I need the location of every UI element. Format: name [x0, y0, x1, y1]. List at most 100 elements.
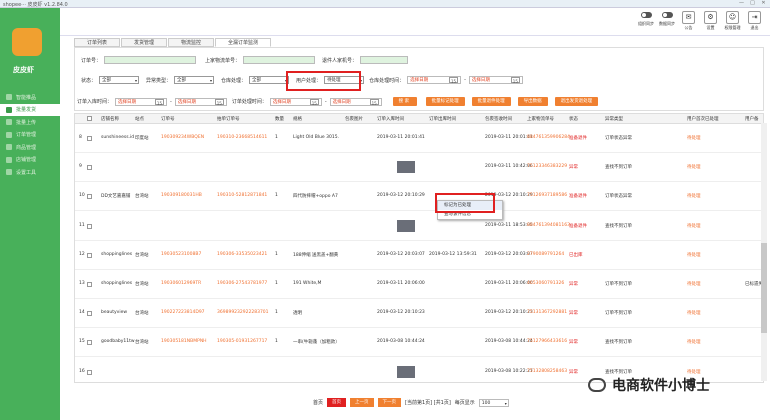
pai-order-no[interactable]: 190306-27543781977 — [217, 281, 267, 286]
table-row[interactable]: 9 2019-03-11 10:42:06 75123346383229 异常 查找不到… — [75, 153, 763, 183]
toggle-data-sync[interactable]: 数据同步 — [658, 10, 676, 32]
table-row[interactable]: 11 2019-03-11 18:53:05 884761394081163 准备退件… — [75, 212, 763, 241]
per-page-select[interactable]: 100 — [478, 398, 509, 407]
vertical-scrollbar[interactable] — [761, 123, 767, 381]
row-checkbox[interactable] — [87, 194, 92, 200]
pai-order-no[interactable]: 369899232922283701 — [217, 310, 269, 315]
table-row[interactable]: 14 beautyview 台湾站 190227223814D97 3698992329… — [75, 299, 763, 329]
ship-no[interactable]: 75131367292881 — [527, 310, 567, 315]
order-no[interactable]: 190305231008B7 — [161, 252, 201, 257]
return-process-button[interactable]: 退出发货退处理 — [554, 97, 599, 106]
ship-no[interactable]: 75126937189586 — [527, 193, 567, 198]
sidebar-item-6[interactable]: 设置工具 — [0, 166, 60, 179]
ship-no[interactable]: 75123346383229 — [527, 164, 567, 169]
first-page-button[interactable]: 首页 — [327, 398, 347, 407]
sidebar: 皮皮虾 智能推品 批量发货 批量上传 订单管理 商品管理 店铺管理 设置工具 — [0, 8, 60, 420]
sidebar-item-5[interactable]: 店铺管理 — [0, 154, 60, 167]
ship-no[interactable]: 884761394081163 — [527, 223, 570, 228]
user-date-end[interactable]: 选择日期 15 — [329, 97, 382, 106]
row-checkbox[interactable] — [87, 165, 92, 171]
row-checkbox[interactable] — [87, 136, 92, 141]
table-row[interactable]: 8 sunshineess.id 印度站 190309234WBQEN 190310-2… — [75, 124, 763, 153]
column-header: 订单入库时间 — [377, 117, 404, 122]
sidebar-item-0[interactable]: 智能推品 — [0, 91, 60, 104]
tab-shipping[interactable]: 发货管理 — [121, 38, 168, 47]
in-time: 2019-03-11 20:06:00 — [377, 281, 425, 286]
warehouse-select[interactable]: 全部 — [249, 76, 290, 84]
logout-button[interactable]: ⇥ 退出 — [745, 10, 764, 32]
order-no-input[interactable] — [104, 56, 197, 64]
row-checkbox[interactable] — [87, 223, 92, 229]
calendar-icon[interactable]: 15 — [448, 77, 459, 84]
row-checkbox[interactable] — [87, 369, 92, 375]
next-page-button[interactable]: 下一页 — [377, 398, 402, 407]
first-page-label[interactable]: 首页 — [313, 399, 323, 406]
user-date-start[interactable]: 选择日期 15 — [269, 97, 322, 106]
close-icon[interactable]: ✕ — [759, 0, 768, 7]
pai-order-no[interactable]: 190306-33535023421 — [217, 252, 267, 257]
settings-button[interactable]: ⚙ 设置 — [701, 10, 720, 32]
ship-no[interactable]: 75132808258463 — [527, 369, 567, 374]
table-row[interactable]: 13 shoppinglines 台湾站 190306012969TR 190306-2… — [75, 270, 763, 299]
sidebar-item-3[interactable]: 订单管理 — [0, 129, 60, 142]
shop-name: shoppinglines — [101, 251, 133, 257]
column-header: 订单号 — [161, 117, 175, 122]
maximize-icon[interactable]: □ — [748, 0, 757, 7]
column-header: 店铺名称 — [101, 117, 119, 122]
package-thumbnail[interactable] — [397, 161, 415, 174]
order-date-end[interactable]: 选择日期 15 — [174, 97, 227, 106]
tab-order-list[interactable]: 订单列表 — [74, 38, 121, 47]
order-no[interactable]: 190309234WBQEN — [161, 135, 204, 140]
sidebar-item-1[interactable]: 批量发货 — [0, 103, 60, 116]
table-row[interactable]: 12 shoppinglines 台湾站 190305231008B7 190306-3… — [75, 241, 763, 270]
table-row[interactable]: 15 goodbaby11tw 台湾站 190305181NBMPNH 190305-0… — [75, 328, 763, 358]
prev-page-button[interactable]: 上一页 — [350, 398, 374, 407]
status-select[interactable]: 全部 — [99, 76, 140, 84]
toggle-org-sync[interactable]: 组织同步 — [637, 10, 655, 32]
row-checkbox[interactable] — [87, 252, 92, 258]
tab-order-monitor[interactable]: 全漏订单监测 — [215, 38, 272, 47]
row-checkbox[interactable] — [87, 311, 92, 317]
calendar-icon[interactable]: 15 — [154, 98, 165, 106]
package-thumbnail[interactable] — [397, 365, 415, 378]
sidebar-item-2[interactable]: 批量上传 — [0, 116, 60, 129]
calendar-icon[interactable]: 15 — [510, 77, 520, 84]
calendar-icon[interactable]: 15 — [369, 98, 379, 106]
buyer-input[interactable] — [360, 56, 409, 64]
notice-button[interactable]: ✉ 公告 — [679, 10, 698, 32]
storage-date-start[interactable]: 选择日期 15 — [407, 76, 462, 84]
search-button[interactable]: 搜 索 — [392, 97, 417, 106]
select-all-checkbox[interactable] — [87, 116, 92, 121]
upload-no-input[interactable] — [243, 56, 316, 64]
batch-mark-button[interactable]: 批量标记处理 — [425, 97, 465, 106]
exception-label: 异常类型： — [146, 77, 172, 84]
storage-date-end[interactable]: 选择日期 15 — [468, 76, 523, 84]
exception-select[interactable]: 全部 — [174, 76, 215, 84]
ship-no[interactable]: 4653060791326 — [527, 281, 564, 286]
order-no[interactable]: 190306012969TR — [161, 281, 201, 286]
row-checkbox[interactable] — [87, 340, 92, 346]
ship-no[interactable]: 884761359906284 — [527, 135, 570, 140]
table-row[interactable]: 10 DD文艺嘉嘉铺 台湾站 190309180031HB 190310-5281287… — [75, 182, 763, 212]
calendar-icon[interactable]: 15 — [309, 98, 319, 106]
pai-order-no[interactable]: 190310-23668514611 — [217, 135, 267, 140]
highlight-box — [286, 71, 361, 91]
ship-no[interactable]: 75127966433616 — [527, 339, 567, 344]
batch-return-button[interactable]: 批量退件处理 — [471, 97, 511, 106]
tab-logistics[interactable]: 物流监控 — [168, 38, 215, 47]
package-thumbnail[interactable] — [397, 219, 415, 232]
pai-order-no[interactable]: 190305-01931267717 — [217, 339, 267, 344]
export-button[interactable]: 导出数据 — [517, 97, 548, 106]
sidebar-item-4[interactable]: 商品管理 — [0, 141, 60, 154]
pai-order-no[interactable]: 190310-52812871841 — [217, 193, 267, 198]
order-no[interactable]: 190309180031HB — [161, 193, 202, 198]
ship-no[interactable]: 2790089791264 — [527, 252, 564, 257]
order-no[interactable]: 190305181NBMPNH — [161, 339, 207, 344]
account-button[interactable]: ☺ 权限管理 — [723, 10, 742, 32]
order-no[interactable]: 190227223814D97 — [161, 310, 205, 315]
row-checkbox[interactable] — [87, 282, 92, 287]
order-date-start[interactable]: 选择日期 15 — [115, 97, 168, 106]
column-header: 拍单订单号 — [217, 117, 240, 122]
calendar-icon[interactable]: 15 — [214, 98, 224, 106]
minimize-icon[interactable]: — — [737, 0, 746, 7]
